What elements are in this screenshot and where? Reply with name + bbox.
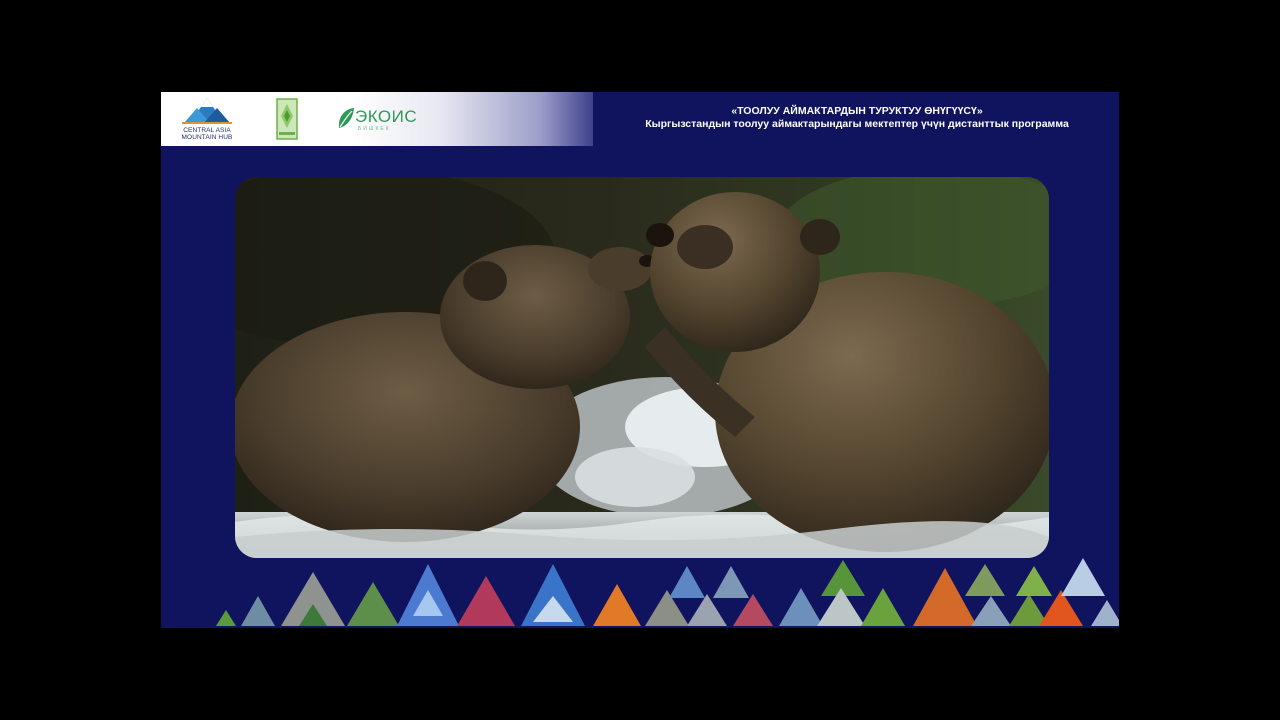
presentation-slide: CENTRAL ASIA MOUNTAIN HUB ЭКОИС БИШКЕК «… — [161, 92, 1119, 628]
header-title: «ТООЛУУ АЙМАКТАРДЫН ТУРУКТУУ ӨНҮГҮҮСҮ» — [731, 105, 983, 117]
header-subtitle: Кыргызстандын тоолуу аймактарындагы мект… — [645, 118, 1069, 130]
logo-caption-line1: CENTRAL ASIA — [183, 127, 231, 134]
ekois-logo: ЭКОИС БИШКЕК — [336, 96, 418, 142]
bear-cubs-photo — [235, 177, 1049, 558]
logo-caption-line2: MOUNTAIN HUB — [181, 134, 233, 141]
central-asia-mountain-hub-logo: CENTRAL ASIA MOUNTAIN HUB — [177, 96, 237, 142]
leaf-icon — [338, 108, 354, 128]
video-frame[interactable] — [235, 177, 1049, 558]
ornament-logo-icon — [276, 98, 298, 140]
mountain-logo-icon — [182, 98, 232, 124]
green-ornament-logo — [274, 96, 300, 142]
decorative-triangle-strip — [216, 558, 1119, 626]
ekois-logo-subtext: БИШКЕК — [358, 126, 391, 132]
ekois-logo-text: ЭКОИС — [355, 107, 418, 126]
slide-header: «ТООЛУУ АЙМАКТАРДЫН ТУРУКТУУ ӨНҮГҮҮСҮ» К… — [601, 105, 1113, 131]
partner-logo-bar: CENTRAL ASIA MOUNTAIN HUB ЭКОИС БИШКЕК — [161, 92, 593, 146]
